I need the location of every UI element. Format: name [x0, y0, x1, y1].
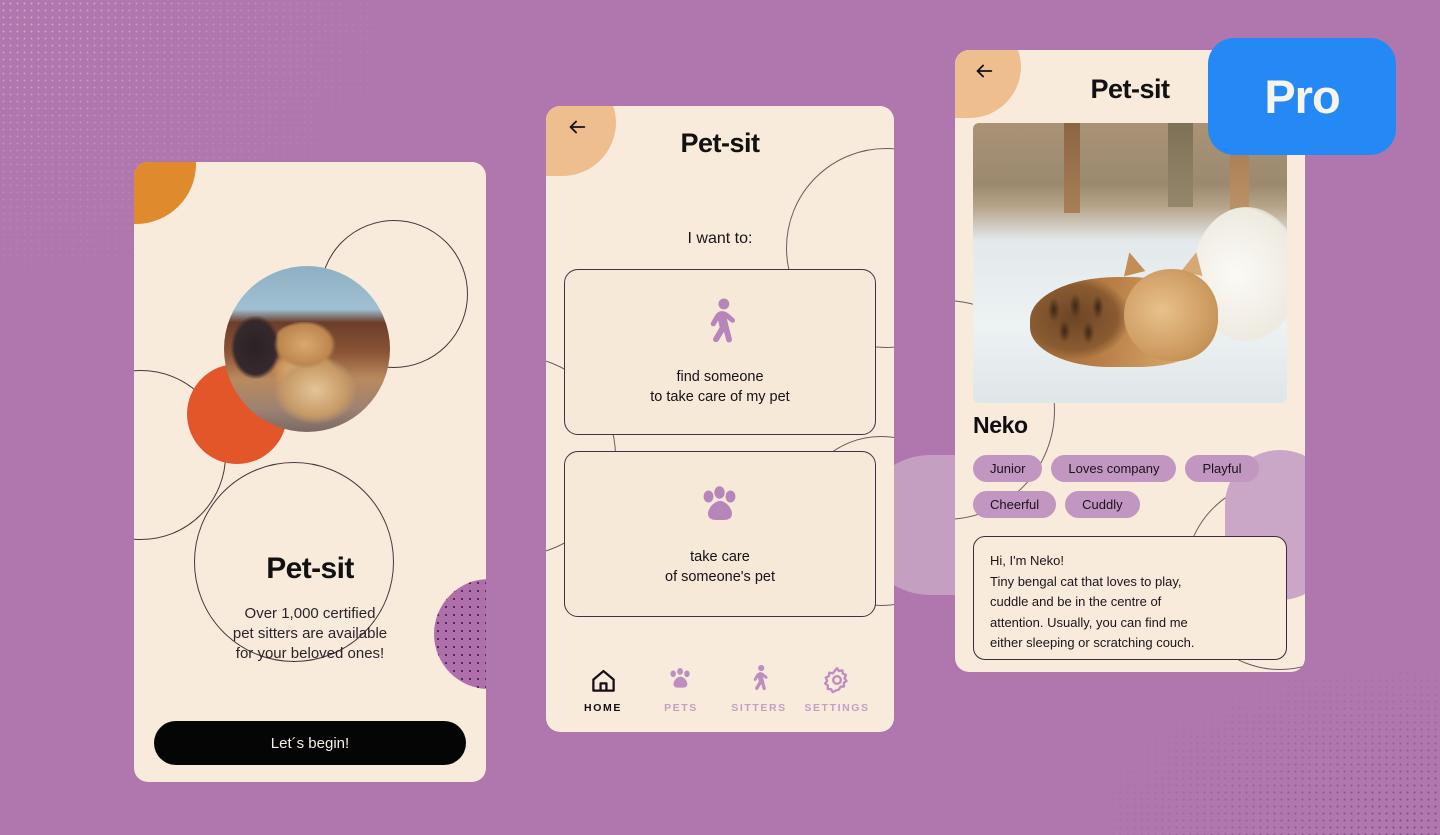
choose-role-screen: Pet-sit I want to: find someone to take …: [546, 106, 894, 732]
pet-tag[interactable]: Loves company: [1051, 455, 1177, 482]
option-find-someone[interactable]: find someone to take care of my pet: [564, 269, 876, 435]
option-take-care[interactable]: take care of someone's pet: [564, 451, 876, 617]
bio-line-2: Tiny bengal cat that loves to play,: [990, 573, 1182, 589]
decorative-orange-blob: [134, 162, 196, 224]
nav-label-pets: Pets: [664, 702, 698, 714]
pet-tag[interactable]: Junior: [973, 455, 1043, 482]
bio-line-1: Hi, I'm Neko!: [990, 553, 1064, 568]
pet-tag[interactable]: Cheerful: [973, 491, 1057, 518]
pro-badge[interactable]: Pro: [1208, 38, 1396, 155]
bottom-navigation: Home Pets Sitters Settings: [546, 664, 894, 714]
home-icon: [591, 669, 615, 692]
nav-label-settings: Settings: [804, 702, 870, 714]
pet-name: Neko: [973, 412, 1028, 438]
nav-item-pets[interactable]: Pets: [644, 666, 718, 714]
bio-line-5: either sleeping or scratching couch.: [990, 635, 1195, 651]
walking-person-icon: [710, 298, 735, 343]
paw-icon: [670, 668, 690, 688]
pet-tag[interactable]: Cuddly: [1065, 491, 1140, 518]
lets-begin-button[interactable]: Let´s begin!: [154, 721, 466, 765]
prompt-label: I want to:: [687, 230, 753, 247]
option-line-1: find someone: [676, 369, 764, 385]
nav-label-sitters: Sitters: [731, 702, 787, 714]
paw-icon: [703, 486, 736, 520]
background-dot-texture-bottom-right: [1110, 670, 1440, 835]
arrow-left-icon: [976, 64, 993, 78]
page-title: Pet-sit: [266, 552, 354, 585]
onboarding-screen: Pet-sit Over 1,000 certified pet sitters…: [134, 162, 486, 782]
pet-photo: [973, 123, 1287, 403]
pet-bio: Hi, I'm Neko! Tiny bengal cat that loves…: [973, 536, 1287, 660]
pet-tag[interactable]: Playful: [1185, 455, 1259, 482]
hero-cat-photo: [224, 266, 390, 432]
subtitle-line-2: pet sitters are available: [232, 625, 388, 642]
pro-badge-label: Pro: [1264, 70, 1340, 123]
pet-tag-list: Junior Loves company Playful Cheerful Cu…: [973, 455, 1287, 518]
back-button[interactable]: [546, 106, 616, 176]
option-line-2: to take care of my pet: [650, 389, 790, 405]
onboarding-subtitle: Over 1,000 certified pet sitters are ava…: [134, 604, 486, 664]
nav-label-home: Home: [584, 702, 622, 714]
option-label: find someone to take care of my pet: [650, 367, 789, 407]
back-button[interactable]: [955, 50, 1021, 118]
nav-item-sitters[interactable]: Sitters: [722, 664, 796, 714]
arrow-left-icon: [569, 120, 586, 134]
nav-item-home[interactable]: Home: [566, 667, 640, 714]
option-label: take care of someone's pet: [665, 547, 775, 587]
option-line-2: of someone's pet: [665, 569, 775, 585]
walking-person-icon: [753, 665, 768, 691]
nav-item-settings[interactable]: Settings: [800, 666, 874, 714]
bio-line-3: cuddle and be in the centre of: [990, 594, 1162, 610]
gear-icon: [823, 667, 848, 694]
subtitle-line-3: for your beloved ones!: [235, 645, 385, 662]
option-line-1: take care: [690, 549, 750, 565]
subtitle-line-1: Over 1,000 certified: [244, 605, 376, 622]
bio-line-4: attention. Usually, you can find me: [990, 614, 1188, 630]
